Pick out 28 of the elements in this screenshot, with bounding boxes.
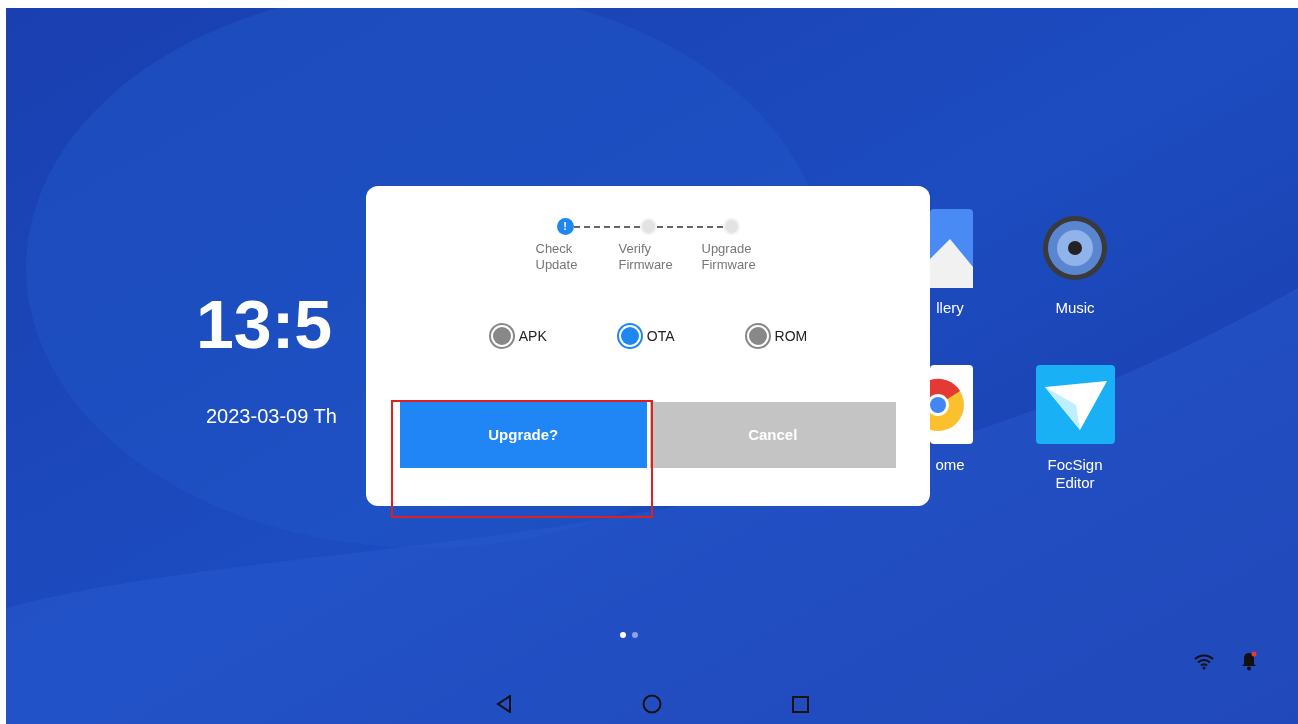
app-label[interactable]: ome xyxy=(930,456,970,474)
step-label: Check Update xyxy=(535,241,579,273)
radio-label: OTA xyxy=(646,326,675,346)
step-connector xyxy=(656,226,723,228)
paper-plane-icon[interactable] xyxy=(1036,365,1115,444)
app-label[interactable]: Music xyxy=(1035,299,1115,317)
wifi-icon[interactable] xyxy=(1194,654,1214,670)
mountain-picture-icon[interactable] xyxy=(930,209,973,288)
clock-time: 13:5 xyxy=(196,290,333,358)
radio-label: APK xyxy=(518,326,547,346)
step-connector xyxy=(573,226,640,228)
radio-button[interactable] xyxy=(744,323,771,349)
speaker-icon[interactable] xyxy=(1042,215,1108,281)
radio-label: ROM xyxy=(774,326,808,346)
step-label: Verify Firmware xyxy=(618,241,674,273)
app-label[interactable]: FocSign Editor xyxy=(1030,456,1120,492)
upgrade-button[interactable]: Upgrade? xyxy=(400,402,647,468)
clock-date: 2023-03-09 Th xyxy=(206,404,337,429)
notification-bell-icon[interactable] xyxy=(1240,651,1258,671)
browser-icon[interactable] xyxy=(930,365,973,444)
back-icon[interactable] xyxy=(495,695,512,713)
step-label: Upgrade Firmware xyxy=(701,241,757,273)
radio-button[interactable] xyxy=(616,323,643,349)
recents-icon[interactable] xyxy=(791,695,809,713)
home-icon[interactable] xyxy=(641,694,662,714)
radio-button[interactable] xyxy=(488,323,515,349)
app-label[interactable]: llery xyxy=(930,299,970,317)
alert-step-icon: ! xyxy=(556,218,574,235)
